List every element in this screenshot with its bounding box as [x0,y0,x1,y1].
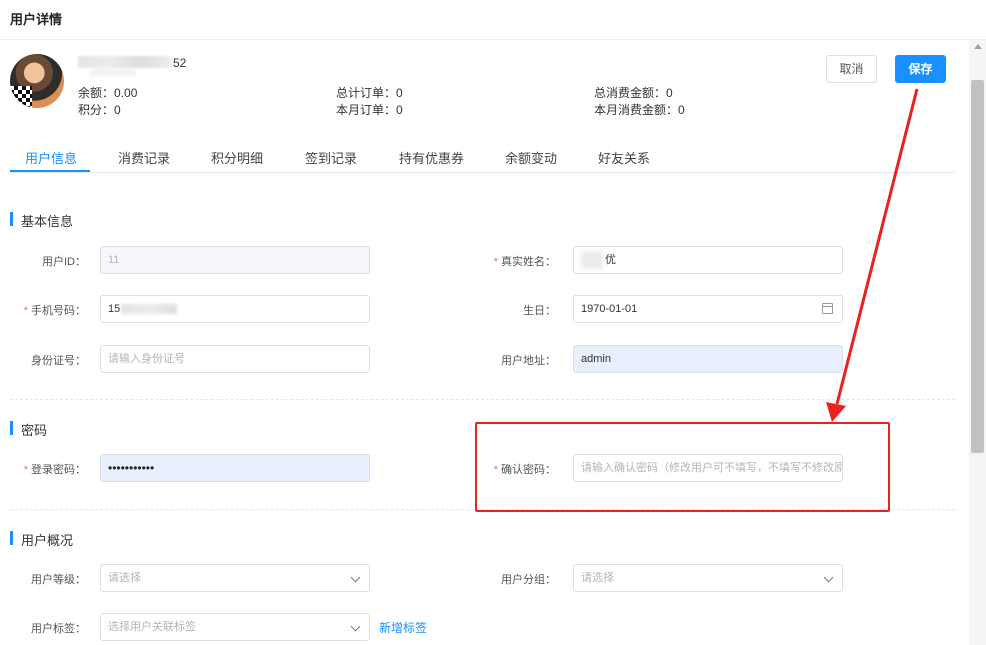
login-password-value: ••••••••••• [108,461,155,475]
stat-month-orders: 本月订单：0 [336,101,403,118]
stat-balance: 余额：0.00 [78,84,137,101]
tab-coupons[interactable]: 持有优惠券 [399,148,464,167]
tab-bar: 用户信息 消费记录 积分明细 签到记录 持有优惠券 余额变动 好友关系 [10,146,955,173]
required-mark: * [23,464,28,476]
scrollbar-thumb[interactable] [971,80,984,453]
stat-balance-label: 余额： [78,86,115,100]
user-tag-placeholder: 选择用户关联标签 [108,621,196,633]
scroll-up-arrow-icon[interactable] [974,44,982,49]
avatar [10,54,64,108]
user-level-select[interactable]: 请选择 [100,564,370,592]
add-tag-link[interactable]: 新增标签 [379,619,427,636]
stat-total-spend: 总消费金额：0 [594,84,673,101]
user-group-select[interactable]: 请选择 [573,564,843,592]
stat-total-spend-label: 总消费金额： [594,86,667,100]
cancel-button[interactable]: 取消 [826,55,877,83]
phone-value: 15 [108,303,121,315]
section-user-overview: 用户概况 [10,530,73,549]
chevron-down-icon [350,621,361,632]
stat-month-spend-value: 0 [678,103,685,117]
tab-user-info[interactable]: 用户信息 [25,148,77,167]
tab-checkin[interactable]: 签到记录 [305,148,357,167]
user-id-value: 11 [108,254,120,266]
user-tag-label: 用户标签： [31,623,86,635]
stat-month-orders-value: 0 [396,103,403,117]
login-password-label-text: 登录密码： [31,464,86,476]
tab-friends[interactable]: 好友关系 [598,148,650,167]
tab-points[interactable]: 积分明细 [211,148,263,167]
calendar-icon [822,303,833,314]
address-value: admin [581,353,611,365]
real-name-value: 优 [605,254,616,266]
scrollbar[interactable] [969,40,986,645]
birthday-value: 1970-01-01 [581,303,638,315]
username-redacted [78,56,172,68]
user-level-placeholder: 请选择 [108,572,141,584]
birthday-label: 生日： [523,305,556,317]
page-title: 用户详情 [10,12,63,27]
username-redacted-secondary [90,68,136,76]
user-group-placeholder: 请选择 [581,572,614,584]
real-name-label-text: 真实姓名： [501,256,556,268]
stat-month-spend-label: 本月消费金额： [594,103,679,117]
user-level-label: 用户等级： [31,574,86,586]
tab-balance-changes[interactable]: 余额变动 [505,148,557,167]
phone-label-text: 手机号码： [31,305,86,317]
user-tag-select[interactable]: 选择用户关联标签 [100,613,370,641]
phone-field[interactable]: 15 [100,295,370,323]
page-header: 用户详情 [0,0,986,40]
login-password-input[interactable]: ••••••••••• [100,454,370,482]
address-label: 用户地址： [501,355,556,367]
section-basic-info: 基本信息 [10,211,73,230]
save-button[interactable]: 保存 [895,55,946,83]
required-mark: * [493,256,498,268]
active-tab-indicator [10,170,90,172]
section-password: 密码 [10,420,47,439]
real-name-label: * 真实姓名： [486,253,556,269]
user-group-label: 用户分组： [501,574,556,586]
stat-points: 积分：0 [78,101,121,118]
stat-total-orders-value: 0 [396,86,403,100]
avatar-pattern [10,86,32,108]
stat-points-value: 0 [114,103,121,117]
idcard-placeholder: 请输入身份证号 [108,353,185,365]
user-id-label: 用户ID： [42,256,86,268]
stat-total-orders-label: 总计订单： [336,86,397,100]
stat-balance-value: 0.00 [114,86,138,100]
tab-consumption[interactable]: 消费记录 [118,148,170,167]
user-id-field: 11 [100,246,370,274]
divider [10,399,955,400]
stat-total-orders: 总计订单：0 [336,84,403,101]
phone-label: * 手机号码： [16,302,86,318]
idcard-label: 身份证号： [31,355,86,367]
real-name-field[interactable]: 优 [573,246,843,274]
chevron-down-icon [823,572,834,583]
idcard-input[interactable]: 请输入身份证号 [100,345,370,373]
username-suffix: 52 [173,56,187,70]
annotation-highlight-box [475,422,890,512]
birthday-date-picker[interactable]: 1970-01-01 [573,295,843,323]
stat-points-label: 积分： [78,103,115,117]
chevron-down-icon [350,572,361,583]
stat-total-spend-value: 0 [666,86,673,100]
stat-month-orders-label: 本月订单： [336,103,397,117]
address-input[interactable]: admin [573,345,843,373]
real-name-redacted [581,251,603,270]
login-password-label: * 登录密码： [16,461,86,477]
required-mark: * [23,305,28,317]
phone-redacted [121,304,178,315]
stat-month-spend: 本月消费金额：0 [594,101,685,118]
